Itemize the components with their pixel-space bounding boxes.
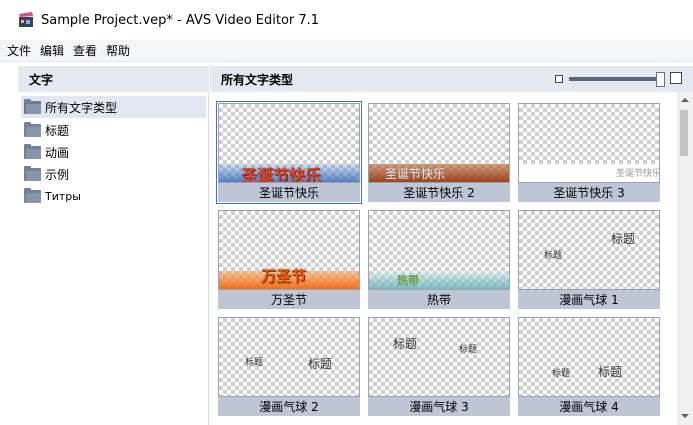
folder-icon: [24, 98, 41, 114]
preset-tile[interactable]: 圣诞节快乐 圣诞节快乐: [216, 101, 362, 204]
folder-icon: [24, 121, 41, 137]
title-bar: Sample Project.vep* - AVS Video Editor 7…: [0, 0, 693, 40]
preview-text: 万圣节: [261, 267, 307, 285]
preset-tile[interactable]: 圣诞节快乐 圣诞节快乐 2: [368, 103, 510, 202]
preset-preview: 标题 标题: [518, 317, 660, 397]
preset-preview: 圣诞节快乐: [518, 103, 660, 183]
preview-text: 标题: [308, 357, 333, 371]
preset-label: 热带: [368, 290, 510, 309]
tree-item-label: 动画: [45, 145, 70, 160]
preset-label: 圣诞节快乐 3: [518, 183, 660, 202]
scroll-thumb[interactable]: [680, 110, 688, 156]
preview-text: 标题: [598, 365, 623, 379]
zoom-slider[interactable]: [569, 77, 663, 81]
zoom-slider-thumb[interactable]: [656, 72, 665, 87]
menu-edit[interactable]: 编辑: [37, 42, 67, 59]
preview-text: 标题: [459, 345, 478, 355]
preset-label: 漫画气球 1: [518, 290, 660, 309]
vertical-scrollbar[interactable]: [677, 92, 693, 425]
preview-text: 标题: [611, 232, 636, 246]
preset-preview: 标题 标题: [218, 317, 360, 397]
menu-view[interactable]: 查看: [70, 42, 100, 59]
preset-tile[interactable]: 热带 热带: [368, 210, 510, 309]
menu-file[interactable]: 文件: [4, 42, 34, 59]
tree-item-label: Титры: [45, 189, 81, 203]
tree-item-all-text[interactable]: 所有文字类型: [21, 96, 206, 118]
folder-icon: [24, 187, 41, 203]
preset-preview: 标题 标题: [518, 210, 660, 290]
preset-label: 漫画气球 3: [368, 397, 510, 416]
tree-item-label: 示例: [45, 167, 70, 182]
preview-text: 标题: [393, 337, 418, 351]
tree-item-animation[interactable]: 动画: [21, 141, 206, 163]
window-title: Sample Project.vep* - AVS Video Editor 7…: [41, 12, 320, 28]
preset-label: 圣诞节快乐: [218, 183, 360, 202]
preset-tile[interactable]: 标题 标题 漫画气球 2: [218, 317, 360, 416]
tree-item-examples[interactable]: 示例: [21, 163, 206, 185]
tree-item-label: 标题: [45, 123, 70, 138]
preset-label: 圣诞节快乐 2: [368, 183, 510, 202]
tree-item-titles[interactable]: 标题: [21, 119, 206, 141]
preset-label: 万圣节: [218, 290, 360, 309]
preview-text: 圣诞节快乐: [385, 167, 446, 181]
folder-icon: [24, 165, 41, 181]
menu-bar: 文件 编辑 查看 帮助: [0, 40, 693, 62]
preset-tile[interactable]: 标题 标题 漫画气球 1: [518, 210, 660, 309]
menu-help[interactable]: 帮助: [103, 42, 133, 59]
preview-text: 圣诞节快乐: [616, 169, 660, 179]
tree-item-label: 所有文字类型: [45, 100, 118, 115]
tree-item-credits[interactable]: Титры: [21, 185, 206, 207]
preset-grid: 圣诞节快乐 圣诞节快乐 圣诞节快乐 圣诞节快乐 2 圣诞节快乐 圣诞节快乐 3 …: [210, 92, 677, 425]
preset-preview: 圣诞节快乐: [218, 103, 360, 183]
preview-text: 热带: [397, 274, 419, 287]
category-tree: 所有文字类型 标题 动画 示例 Титры: [18, 92, 209, 425]
small-square-icon[interactable]: [555, 75, 563, 83]
preset-preview: 圣诞节快乐: [368, 103, 510, 183]
preset-label: 漫画气球 2: [218, 397, 360, 416]
preset-tile[interactable]: 圣诞节快乐 圣诞节快乐 3: [518, 103, 660, 202]
film-clapper-icon: [19, 12, 33, 27]
preset-tile[interactable]: 标题 标题 漫画气球 4: [518, 317, 660, 416]
preview-text: 圣诞节快乐: [241, 166, 322, 183]
preset-preview: 热带: [368, 210, 510, 290]
preview-text: 标题: [552, 369, 571, 379]
preset-preview: 万圣节: [218, 210, 360, 290]
scroll-down-arrow-icon[interactable]: [681, 414, 689, 418]
preset-tile[interactable]: 万圣节 万圣节: [218, 210, 360, 309]
preview-text: 标题: [544, 251, 563, 261]
preset-tile[interactable]: 标题 标题 漫画气球 3: [368, 317, 510, 416]
folder-icon: [24, 143, 41, 159]
preview-text: 标题: [245, 358, 264, 368]
sidebar-title: 文字: [18, 66, 209, 92]
large-square-icon[interactable]: [670, 72, 682, 84]
preset-label: 漫画气球 4: [518, 397, 660, 416]
preset-preview: 标题 标题: [368, 317, 510, 397]
scroll-up-arrow-icon[interactable]: [681, 98, 689, 102]
